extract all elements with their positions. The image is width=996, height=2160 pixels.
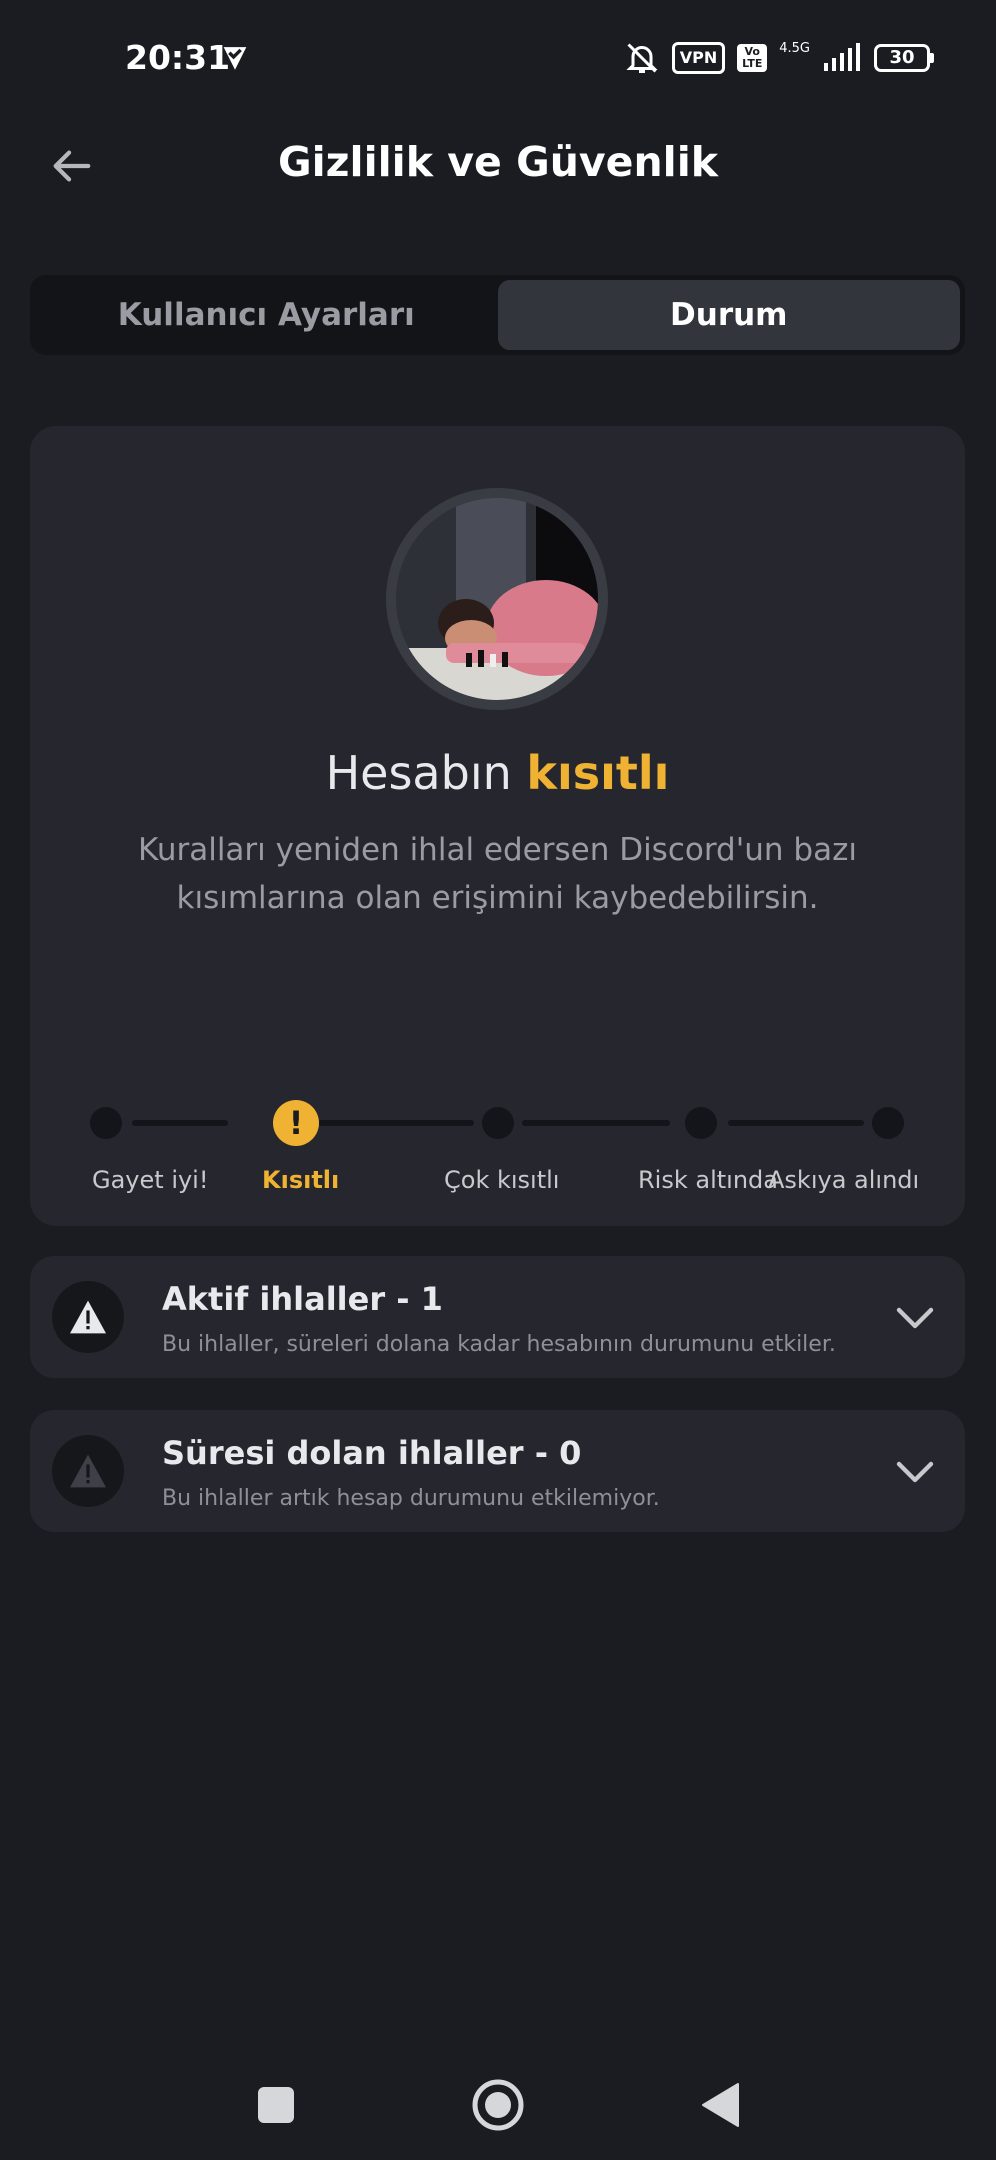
verified-check-icon bbox=[223, 47, 247, 70]
chevron-down-icon[interactable] bbox=[893, 1296, 937, 1340]
vpn-badge: VPN bbox=[671, 42, 726, 74]
progress-track bbox=[132, 1120, 228, 1126]
account-status-description: Kuralları yeniden ihlal edersen Discord'… bbox=[138, 832, 857, 916]
step-dot-at-risk bbox=[685, 1107, 717, 1139]
accordion-title: Süresi dolan ihlaller - 0 bbox=[162, 1434, 582, 1472]
step-dot-very-limited bbox=[482, 1107, 514, 1139]
step-label-very-limited: Çok kısıtlı bbox=[444, 1166, 560, 1194]
page-title: Gizlilik ve Güvenlik bbox=[277, 138, 719, 186]
step-label-fine: Gayet iyi! bbox=[92, 1166, 209, 1194]
status-progress: ! Gayet iyi! Kısıtlı Çok kısıtlı Risk al… bbox=[30, 1016, 965, 1194]
volte-badge: Vo LTE bbox=[737, 44, 768, 72]
account-status-prefix: Hesabın bbox=[325, 746, 527, 800]
avatar bbox=[386, 488, 608, 710]
exclamation-icon: ! bbox=[273, 1100, 319, 1146]
warning-triangle-icon bbox=[52, 1281, 124, 1353]
tab-user-settings[interactable]: Kullanıcı Ayarları bbox=[35, 280, 498, 350]
account-status-card: Hesabın kısıtlı Kuralları yeniden ihlal … bbox=[30, 426, 965, 1226]
system-nav-bar bbox=[0, 2055, 996, 2145]
recents-button[interactable] bbox=[246, 2075, 306, 2135]
triangle-back-icon bbox=[702, 2083, 739, 2127]
progress-track bbox=[318, 1120, 474, 1126]
accordion-title: Aktif ihlaller - 1 bbox=[162, 1280, 443, 1318]
step-label-at-risk: Risk altında bbox=[638, 1166, 778, 1194]
battery-level: 30 bbox=[874, 44, 930, 72]
account-status-value: kısıtlı bbox=[526, 746, 670, 800]
muted-bell-icon bbox=[626, 43, 658, 73]
tab-bar: Kullanıcı Ayarları Durum bbox=[30, 275, 965, 355]
accordion-subtitle: Bu ihlaller artık hesap durumunu etkilem… bbox=[162, 1486, 660, 1511]
warning-triangle-icon bbox=[52, 1435, 124, 1507]
signal-icon bbox=[824, 43, 860, 71]
step-dot-suspended bbox=[872, 1107, 904, 1139]
square-icon bbox=[258, 2087, 294, 2123]
progress-track bbox=[728, 1120, 864, 1126]
step-label-suspended: Askıya alındı bbox=[768, 1166, 920, 1194]
back-nav-button[interactable] bbox=[690, 2075, 750, 2135]
app-screen: 20:31 VPN Vo LTE 4.5G 30 Gizlilik ve Güv… bbox=[0, 0, 996, 2160]
expired-violations-accordion[interactable]: Süresi dolan ihlaller - 0 Bu ihlaller ar… bbox=[30, 1410, 965, 1532]
status-bar: 20:31 VPN Vo LTE 4.5G 30 bbox=[0, 0, 996, 110]
active-violations-accordion[interactable]: Aktif ihlaller - 1 Bu ihlaller, süreleri… bbox=[30, 1256, 965, 1378]
progress-track bbox=[522, 1120, 670, 1126]
chevron-down-icon[interactable] bbox=[893, 1450, 937, 1494]
avatar-image bbox=[396, 498, 598, 700]
step-label-limited: Kısıtlı bbox=[262, 1166, 340, 1194]
status-time: 20:31 bbox=[125, 38, 231, 77]
circle-icon bbox=[472, 2079, 524, 2131]
step-dot-fine bbox=[90, 1107, 122, 1139]
account-status-heading: Hesabın kısıtlı bbox=[30, 746, 965, 800]
status-icons: VPN Vo LTE 4.5G 30 bbox=[624, 38, 934, 78]
battery-icon: 30 bbox=[874, 44, 934, 72]
accordion-subtitle: Bu ihlaller, süreleri dolana kadar hesab… bbox=[162, 1332, 836, 1357]
home-button[interactable] bbox=[468, 2075, 528, 2135]
tab-status[interactable]: Durum bbox=[497, 280, 960, 350]
network-type: 4.5G bbox=[779, 40, 810, 56]
header: Gizlilik ve Güvenlik bbox=[0, 120, 996, 210]
